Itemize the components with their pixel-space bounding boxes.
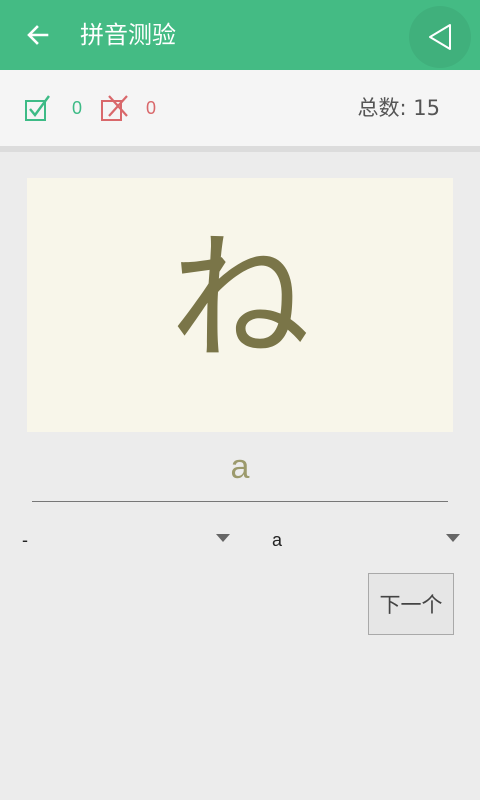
page-title: 拼音测验 — [80, 21, 176, 49]
correct-count: 0 — [72, 97, 83, 118]
check-box-icon — [25, 95, 50, 121]
divider — [0, 146, 480, 152]
consonant-spinner[interactable]: - — [22, 522, 234, 558]
chevron-down-icon — [446, 534, 460, 542]
next-button[interactable]: 下一个 — [368, 573, 454, 635]
answer-underline — [32, 501, 448, 502]
vowel-spinner[interactable]: a — [272, 522, 466, 558]
score-bar: 0 0 总数: 15 — [0, 70, 480, 146]
spinner-value: a — [272, 530, 283, 550]
correct-score: 0 — [24, 70, 82, 146]
cross-box-icon — [101, 95, 128, 121]
quiz-screen: 拼音测验 0 0 总数: 15 ね a - a 下一个 — [0, 0, 480, 800]
chevron-down-icon — [216, 534, 230, 542]
play-sound-button[interactable] — [409, 6, 471, 68]
spinner-value: - — [22, 530, 28, 550]
answer-text: a — [230, 448, 250, 486]
total-count: 总数: 15 — [357, 96, 440, 120]
kana-character: ね — [169, 218, 310, 381]
arrow-left-icon — [27, 25, 49, 45]
wrong-count: 0 — [146, 97, 157, 118]
play-triangle-icon — [429, 24, 451, 50]
kana-card: ね — [27, 178, 453, 432]
app-bar: 拼音测验 — [0, 0, 480, 70]
wrong-score: 0 — [100, 70, 156, 146]
back-button[interactable] — [18, 15, 58, 55]
